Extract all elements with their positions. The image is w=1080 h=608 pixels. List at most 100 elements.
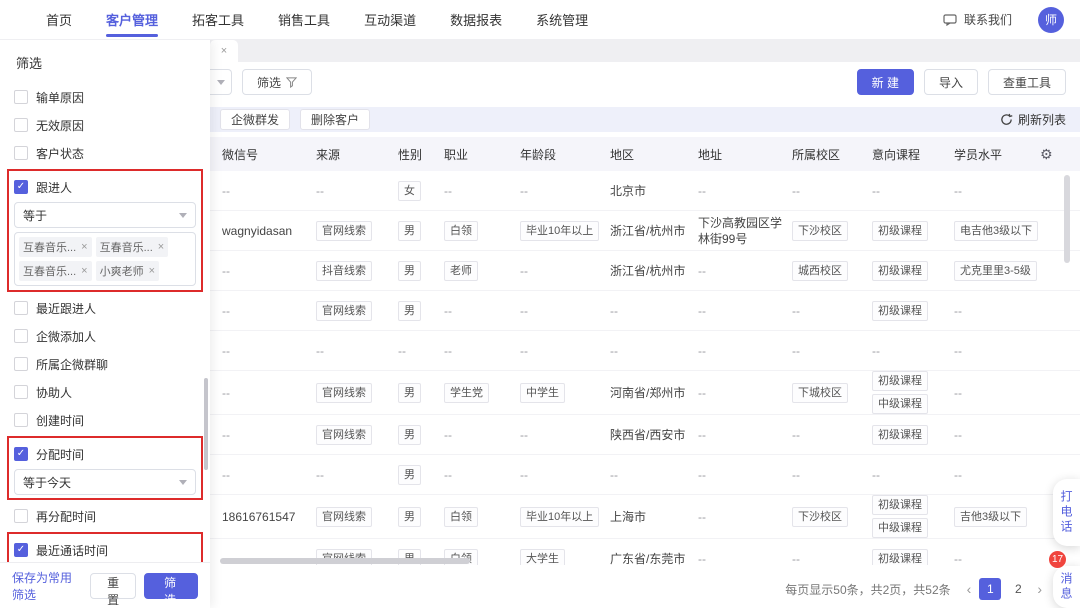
refresh-list-button[interactable]: 刷新列表 xyxy=(1000,111,1070,128)
table-row[interactable]: --抖音线索男老师--浙江省/杭州市--城西校区初级课程尤克里里3-5级 xyxy=(210,251,1080,291)
save-common-filter-link[interactable]: 保存为常用筛选 xyxy=(12,569,82,603)
filter-item-label: 创建时间 xyxy=(36,412,84,429)
chip-remove-icon[interactable]: × xyxy=(81,265,87,277)
filter-item[interactable]: 客户状态 xyxy=(14,139,196,167)
table-row[interactable]: 18616761547官网线索男白领毕业10年以上上海市--下沙校区初级课程中级… xyxy=(210,495,1080,539)
nav-item-系统管理[interactable]: 系统管理 xyxy=(536,0,588,40)
nav-item-客户管理[interactable]: 客户管理 xyxy=(106,0,158,40)
filter-item[interactable]: 企微添加人 xyxy=(14,322,196,350)
chip-remove-icon[interactable]: × xyxy=(81,241,87,253)
next-page-button[interactable]: › xyxy=(1035,581,1044,597)
filter-item[interactable]: 创建时间 xyxy=(14,406,196,434)
table-cell: -- xyxy=(222,455,316,494)
delete-customer-button[interactable]: 删除客户 xyxy=(300,109,370,130)
filter-item-label: 最近跟进人 xyxy=(36,300,96,317)
nav-item-拓客工具[interactable]: 拓客工具 xyxy=(192,0,244,40)
message-widget[interactable]: 消息 xyxy=(1053,566,1080,608)
column-header: 微信号 xyxy=(222,146,316,163)
filter-item[interactable]: 再分配时间 xyxy=(14,502,196,530)
table-row[interactable]: -------------------- xyxy=(210,331,1080,371)
contact-us-button[interactable]: 联系我们 xyxy=(943,11,1012,28)
apply-filter-button[interactable]: 筛 选 xyxy=(144,573,198,599)
table-cell: 尤克里里3-5级 xyxy=(954,251,1038,290)
checkbox[interactable] xyxy=(14,509,28,523)
page-buttons: 12 xyxy=(979,578,1029,600)
filter-item[interactable]: 所属企微群聊 xyxy=(14,350,196,378)
dedupe-tool-button[interactable]: 查重工具 xyxy=(988,69,1066,95)
table-row[interactable]: --官网线索男学生党中学生河南省/郑州市--下城校区初级课程中级课程-- xyxy=(210,371,1080,415)
checkbox[interactable] xyxy=(14,146,28,160)
chip-remove-icon[interactable]: × xyxy=(149,265,155,277)
page-button-2[interactable]: 2 xyxy=(1007,578,1029,600)
checkbox[interactable] xyxy=(14,301,28,315)
filter-tag-chip[interactable]: 互春音乐...× xyxy=(19,261,92,281)
prev-page-button[interactable]: ‹ xyxy=(965,581,974,597)
filter-item[interactable]: ✓ 分配时间 xyxy=(14,440,196,468)
checkbox[interactable] xyxy=(14,413,28,427)
table-cell: 官网线索 xyxy=(316,495,398,538)
table-cell: -- xyxy=(520,415,610,454)
pager: ‹ 12 › xyxy=(965,578,1044,600)
cell-tag: 官网线索 xyxy=(316,383,372,403)
nav-item-销售工具[interactable]: 销售工具 xyxy=(278,0,330,40)
tab-close-button[interactable]: × xyxy=(210,40,238,62)
filter-item[interactable]: 输单原因 xyxy=(14,83,196,111)
table-row[interactable]: --官网线索男----陕西省/西安市----初级课程-- xyxy=(210,415,1080,455)
new-button[interactable]: 新 建 xyxy=(857,69,914,95)
checkbox[interactable]: ✓ xyxy=(14,180,28,194)
filter-item-label: 最近通话时间 xyxy=(36,542,108,559)
call-phone-widget[interactable]: 打电话 xyxy=(1053,479,1080,546)
hidden-select-caret[interactable] xyxy=(210,69,232,95)
wecom-bulk-send-button[interactable]: 企微群发 xyxy=(220,109,290,130)
filter-item[interactable]: 无效原因 xyxy=(14,111,196,139)
filter-item[interactable]: 协助人 xyxy=(14,378,196,406)
filter-item[interactable]: ✓ 最近通话时间 xyxy=(14,536,196,564)
filter-button[interactable]: 筛选 xyxy=(242,69,312,95)
filter-operator-select[interactable]: 等于 xyxy=(14,202,196,228)
horizontal-scrollbar[interactable] xyxy=(220,558,470,564)
cell-tag: 白领 xyxy=(444,221,478,241)
contact-us-label: 联系我们 xyxy=(964,11,1012,28)
nav-item-首页[interactable]: 首页 xyxy=(46,0,72,40)
table-cell: 毕业10年以上 xyxy=(520,495,610,538)
filter-tag-chip[interactable]: 互春音乐...× xyxy=(19,237,92,257)
table-row[interactable]: ----男-------------- xyxy=(210,455,1080,495)
checkbox[interactable] xyxy=(14,385,28,399)
table-body: ----女----北京市--------wagnyidasan官网线索男白领毕业… xyxy=(210,171,1080,565)
table-row[interactable]: ----女----北京市-------- xyxy=(210,171,1080,211)
filter-item-label: 企微添加人 xyxy=(36,328,96,345)
filter-tag-chip[interactable]: 小爽老师× xyxy=(96,261,159,281)
filter-button-label: 筛选 xyxy=(257,74,281,91)
filter-item-label: 所属企微群聊 xyxy=(36,356,108,373)
table-row[interactable]: --官网线索男----------初级课程-- xyxy=(210,291,1080,331)
table-cell: 上海市 xyxy=(610,495,698,538)
checkbox[interactable] xyxy=(14,329,28,343)
cell-tag: 初级课程 xyxy=(872,371,928,391)
column-settings-gear-icon[interactable]: ⚙ xyxy=(1040,146,1053,163)
nav-item-互动渠道[interactable]: 互动渠道 xyxy=(364,0,416,40)
table-cell: -- xyxy=(610,331,698,370)
column-header: 意向课程 xyxy=(872,146,954,163)
filter-item-label: 分配时间 xyxy=(36,446,84,463)
table-cell: 河南省/郑州市 xyxy=(610,371,698,414)
reset-button[interactable]: 重置 xyxy=(90,573,136,599)
filter-item[interactable]: 最近跟进人 xyxy=(14,294,196,322)
checkbox[interactable] xyxy=(14,357,28,371)
filter-item[interactable]: ✓跟进人 xyxy=(14,173,196,201)
checkbox[interactable] xyxy=(14,90,28,104)
filter-operator-select[interactable]: 等于今天 xyxy=(14,469,196,495)
import-button[interactable]: 导入 xyxy=(924,69,978,95)
checkbox[interactable]: ✓ xyxy=(14,447,28,461)
checkbox[interactable] xyxy=(14,118,28,132)
avatar[interactable]: 师 xyxy=(1038,7,1064,33)
page-button-1[interactable]: 1 xyxy=(979,578,1001,600)
filter-tag-chip[interactable]: 互春音乐...× xyxy=(96,237,169,257)
nav-item-数据报表[interactable]: 数据报表 xyxy=(450,0,502,40)
table-row[interactable]: wagnyidasan官网线索男白领毕业10年以上浙江省/杭州市下沙高教园区学林… xyxy=(210,211,1080,251)
cell-tag: 尤克里里3-5级 xyxy=(954,261,1037,281)
close-icon: × xyxy=(221,45,227,57)
checkbox[interactable]: ✓ xyxy=(14,543,28,557)
vertical-scrollbar[interactable] xyxy=(1064,175,1070,263)
chip-remove-icon[interactable]: × xyxy=(158,241,164,253)
panel-scrollbar[interactable] xyxy=(204,378,208,470)
